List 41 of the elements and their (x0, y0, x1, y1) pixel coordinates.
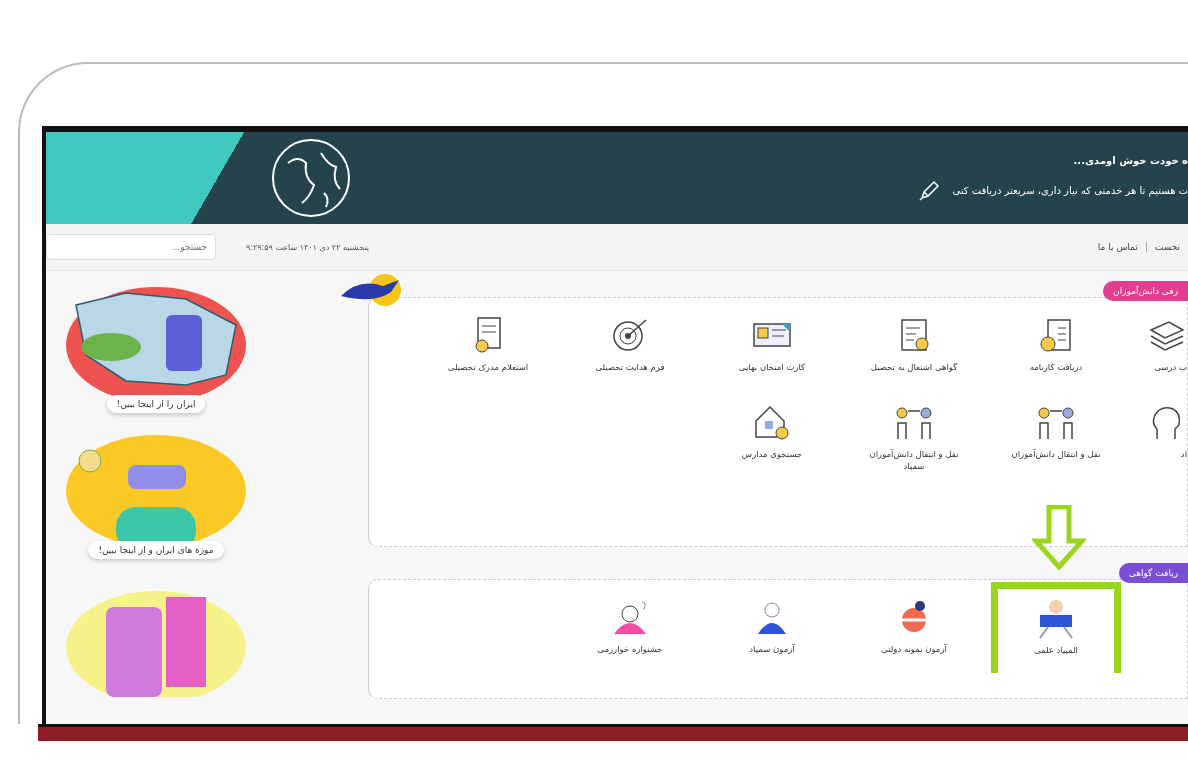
service-item[interactable]: گواهی اشتغال به تحصیل (843, 312, 985, 378)
banner-caption[interactable]: موزه های ایران و از اینجا ببین! (88, 541, 224, 559)
service-item[interactable]: دریافت کارنامه (985, 312, 1127, 378)
down-arrow-icon (1032, 505, 1086, 571)
service-item[interactable]: فرم هدایت تحصیلی (559, 312, 701, 378)
service-label: آزمون سمپاد (749, 644, 795, 656)
service-label: اد (1180, 449, 1187, 461)
service-label: فرم هدایت تحصیلی (595, 362, 665, 374)
banner-caption[interactable]: ایران را از اینجا ببین! (106, 395, 206, 413)
pencil-icon (918, 179, 941, 202)
service-item[interactable]: استعلام مدرک تحصیلی (417, 312, 559, 378)
service-label: جشنواره خوارزمی (597, 644, 663, 656)
service-item[interactable]: نقل و انتقال دانش‌آموزان سمپاد (843, 399, 985, 477)
service-item[interactable]: کارت امتحان نهایی (701, 312, 843, 378)
service-label: دریافت کارنامه (1029, 362, 1083, 374)
service-label: کارت امتحان نهایی (738, 362, 806, 374)
service-item[interactable]: ب درسی (1127, 312, 1187, 378)
subtitle-text: ت هستیم تا هر خدمتی که نیاز داری، سریعتر دریافت کنی (952, 185, 1188, 196)
section-title: رفی دانش‌آموزان (1103, 281, 1188, 301)
nav-link[interactable]: نخست (1146, 242, 1188, 252)
service-label: گواهی اشتغال به تحصیل (870, 362, 958, 374)
bird-icon (339, 274, 403, 308)
service-label: آزمون نمونه دولتی (881, 644, 947, 656)
service-item[interactable]: نقل و انتقال دانش‌آموزان (985, 399, 1127, 477)
section-title: ریافت گواهی (1118, 563, 1188, 583)
search-field[interactable]: جستجو... (46, 234, 216, 260)
service-label: المپیاد علمی (1034, 645, 1078, 657)
date-text: پنجشنبه ۲۲ دی ۱۴۰۱ ساعت ۹:۲۹:۵۹ (246, 242, 370, 252)
greeting-text: ه خودت خوش اومدی... (1073, 154, 1188, 166)
service-label: نقل و انتقال دانش‌آموزان (1011, 449, 1101, 461)
figure-illustration (1036, 599, 1076, 639)
service-label: جستجوی مدارس (741, 449, 803, 461)
service-label: نقل و انتقال دانش‌آموزان سمپاد (868, 449, 960, 473)
service-item[interactable]: آزمون نمونه دولتی (843, 594, 985, 660)
service-item[interactable]: آزمون سمپاد (701, 594, 843, 660)
service-item[interactable]: جستجوی مدارس (701, 399, 843, 477)
service-item[interactable]: اد (1127, 399, 1187, 477)
service-item[interactable]: جشنواره خوارزمی (559, 594, 701, 660)
nav-link[interactable]: تماس با ما (1089, 242, 1147, 252)
service-label: ب درسی (1154, 362, 1187, 374)
service-label: استعلام مدرک تحصیلی (447, 362, 529, 374)
